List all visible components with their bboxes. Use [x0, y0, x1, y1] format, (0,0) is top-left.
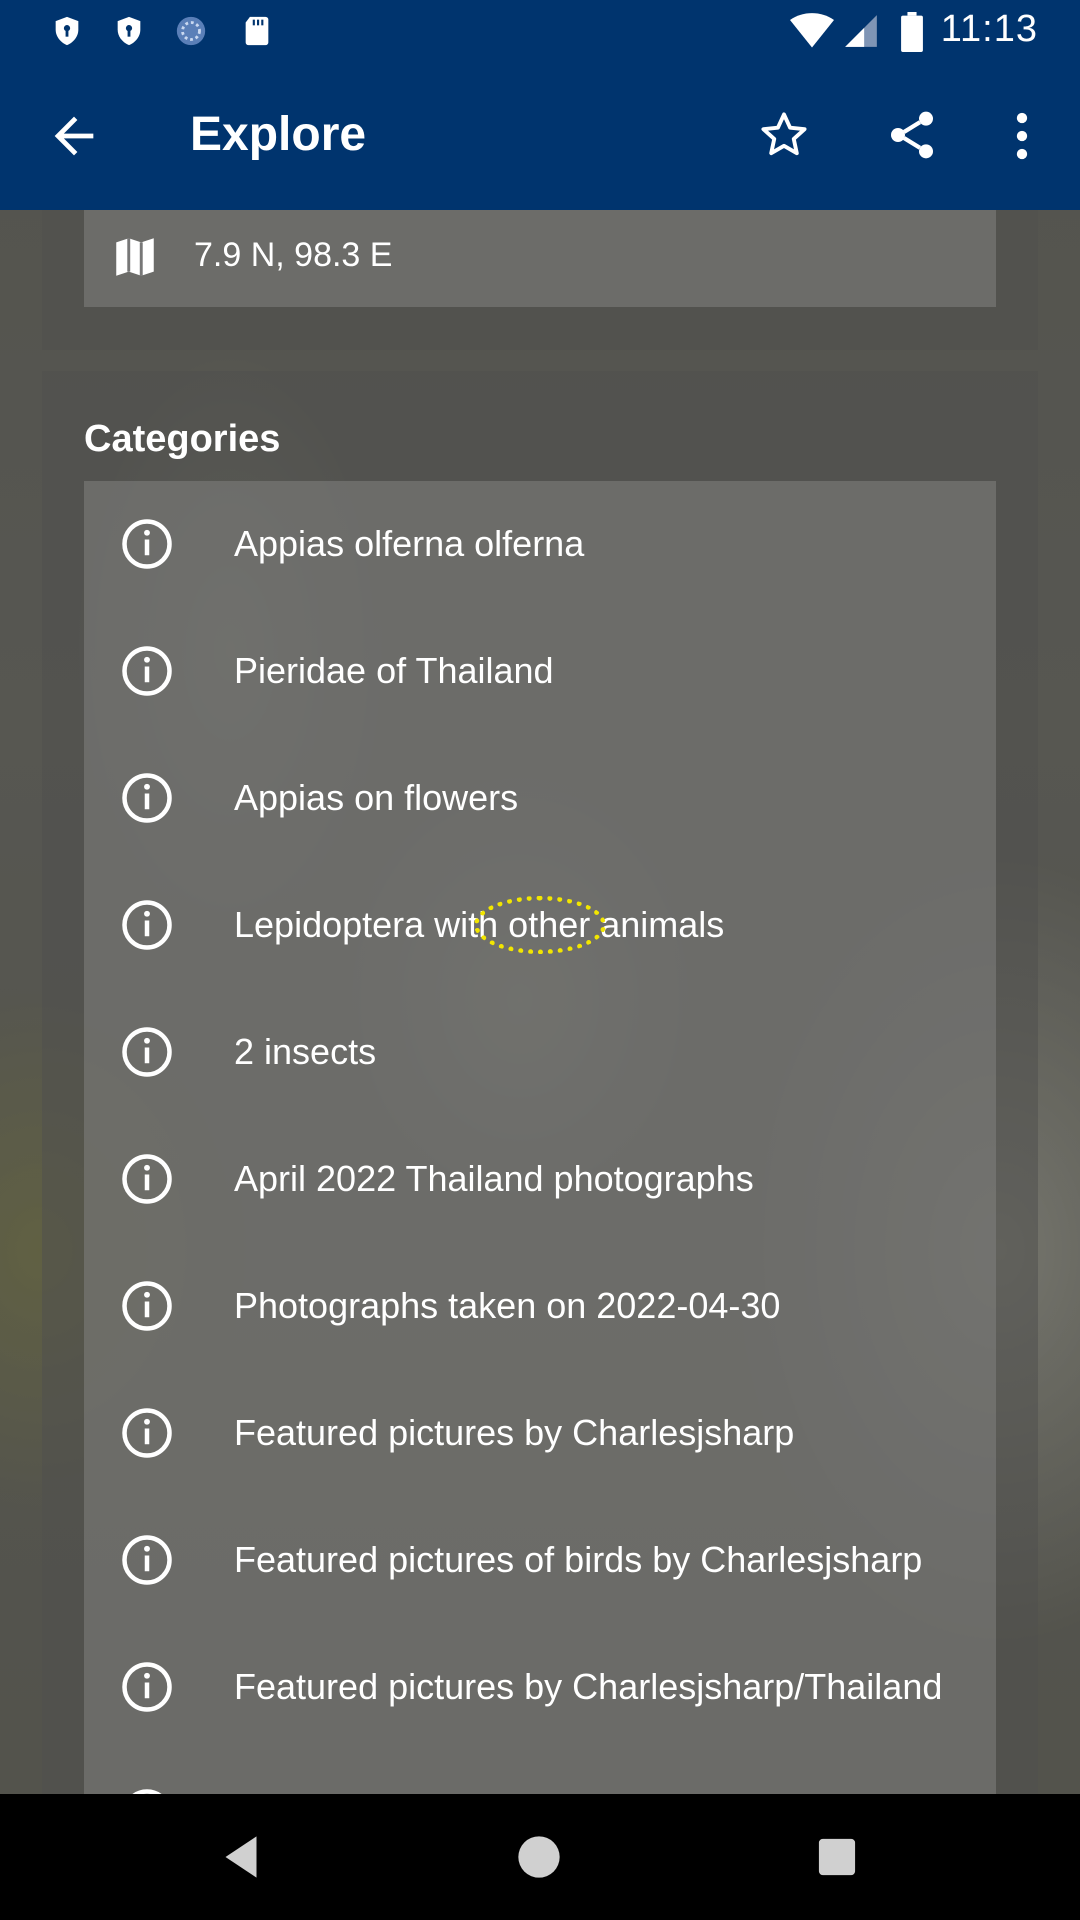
category-item[interactable]: 2 insects: [84, 989, 996, 1116]
category-item[interactable]: Appias olferna olferna: [84, 481, 996, 608]
category-item[interactable]: Featured pictures by Charlesjsharp/Thail…: [84, 1624, 996, 1751]
info-icon[interactable]: [120, 1787, 174, 1794]
info-icon[interactable]: [120, 1533, 174, 1587]
star-icon[interactable]: [758, 109, 810, 161]
recents-square-icon[interactable]: [806, 1826, 868, 1888]
info-icon[interactable]: [120, 1406, 174, 1460]
location-row[interactable]: 7.9 N, 98.3 E: [84, 210, 996, 307]
info-icon[interactable]: [120, 898, 174, 952]
back-arrow-icon[interactable]: [45, 107, 103, 165]
shield-icon: [117, 16, 141, 46]
status-bar: 11:13: [0, 0, 1080, 63]
category-label: Pieridae of Thailand: [234, 650, 554, 691]
category-item[interactable]: April 2022 Thailand photographs: [84, 1116, 996, 1243]
sync-icon: [176, 16, 206, 46]
category-item[interactable]: Featured pictures by Charlesjsharp: [84, 1370, 996, 1497]
page-title: Explore: [190, 108, 367, 161]
share-icon[interactable]: [884, 107, 940, 163]
shield-icon: [55, 16, 79, 46]
map-icon: [116, 238, 154, 276]
info-icon[interactable]: [120, 517, 174, 571]
coordinates-text: 7.9 N, 98.3 E: [194, 236, 393, 274]
signal-icon: [845, 15, 877, 47]
category-label: Featured pictures of birds by Charlesjsh…: [234, 1539, 923, 1580]
back-triangle-icon[interactable]: [210, 1826, 272, 1888]
category-label: April 2022 Thailand photographs: [234, 1158, 754, 1199]
navigation-bar: [0, 1794, 1080, 1920]
info-icon[interactable]: [120, 771, 174, 825]
category-item[interactable]: Appias on flowers: [84, 735, 996, 862]
category-label: Appias on flowers: [234, 777, 519, 818]
categories-list: Appias olferna olferna Pieridae of Thail…: [84, 481, 996, 1794]
category-item[interactable]: Featured pictures of birds by Charlesjsh…: [84, 1497, 996, 1624]
info-icon[interactable]: [120, 644, 174, 698]
wifi-icon: [790, 13, 834, 48]
category-label: Photographs taken on 2022-04-30: [234, 1285, 781, 1326]
category-item-partial[interactable]: [84, 1751, 996, 1794]
info-icon[interactable]: [120, 1152, 174, 1206]
sd-card-icon: [245, 16, 269, 46]
category-label: Appias olferna olferna: [234, 523, 585, 564]
home-circle-icon[interactable]: [508, 1826, 570, 1888]
app-bar: Explore: [0, 63, 1080, 210]
category-label: Featured pictures by Charlesjsharp/Thail…: [234, 1666, 943, 1707]
category-item[interactable]: Photographs taken on 2022-04-30: [84, 1243, 996, 1370]
status-time: 11:13: [940, 8, 1038, 50]
battery-icon: [901, 12, 923, 52]
category-label: Featured pictures by Charlesjsharp: [234, 1412, 795, 1453]
categories-heading: Categories: [84, 418, 281, 460]
info-icon[interactable]: [120, 1279, 174, 1333]
info-icon[interactable]: [120, 1660, 174, 1714]
more-vert-icon[interactable]: [1002, 109, 1042, 163]
category-item[interactable]: Pieridae of Thailand: [84, 608, 996, 735]
tap-highlight-marker: [474, 896, 606, 954]
category-label: 2 insects: [234, 1031, 377, 1072]
info-icon[interactable]: [120, 1025, 174, 1079]
